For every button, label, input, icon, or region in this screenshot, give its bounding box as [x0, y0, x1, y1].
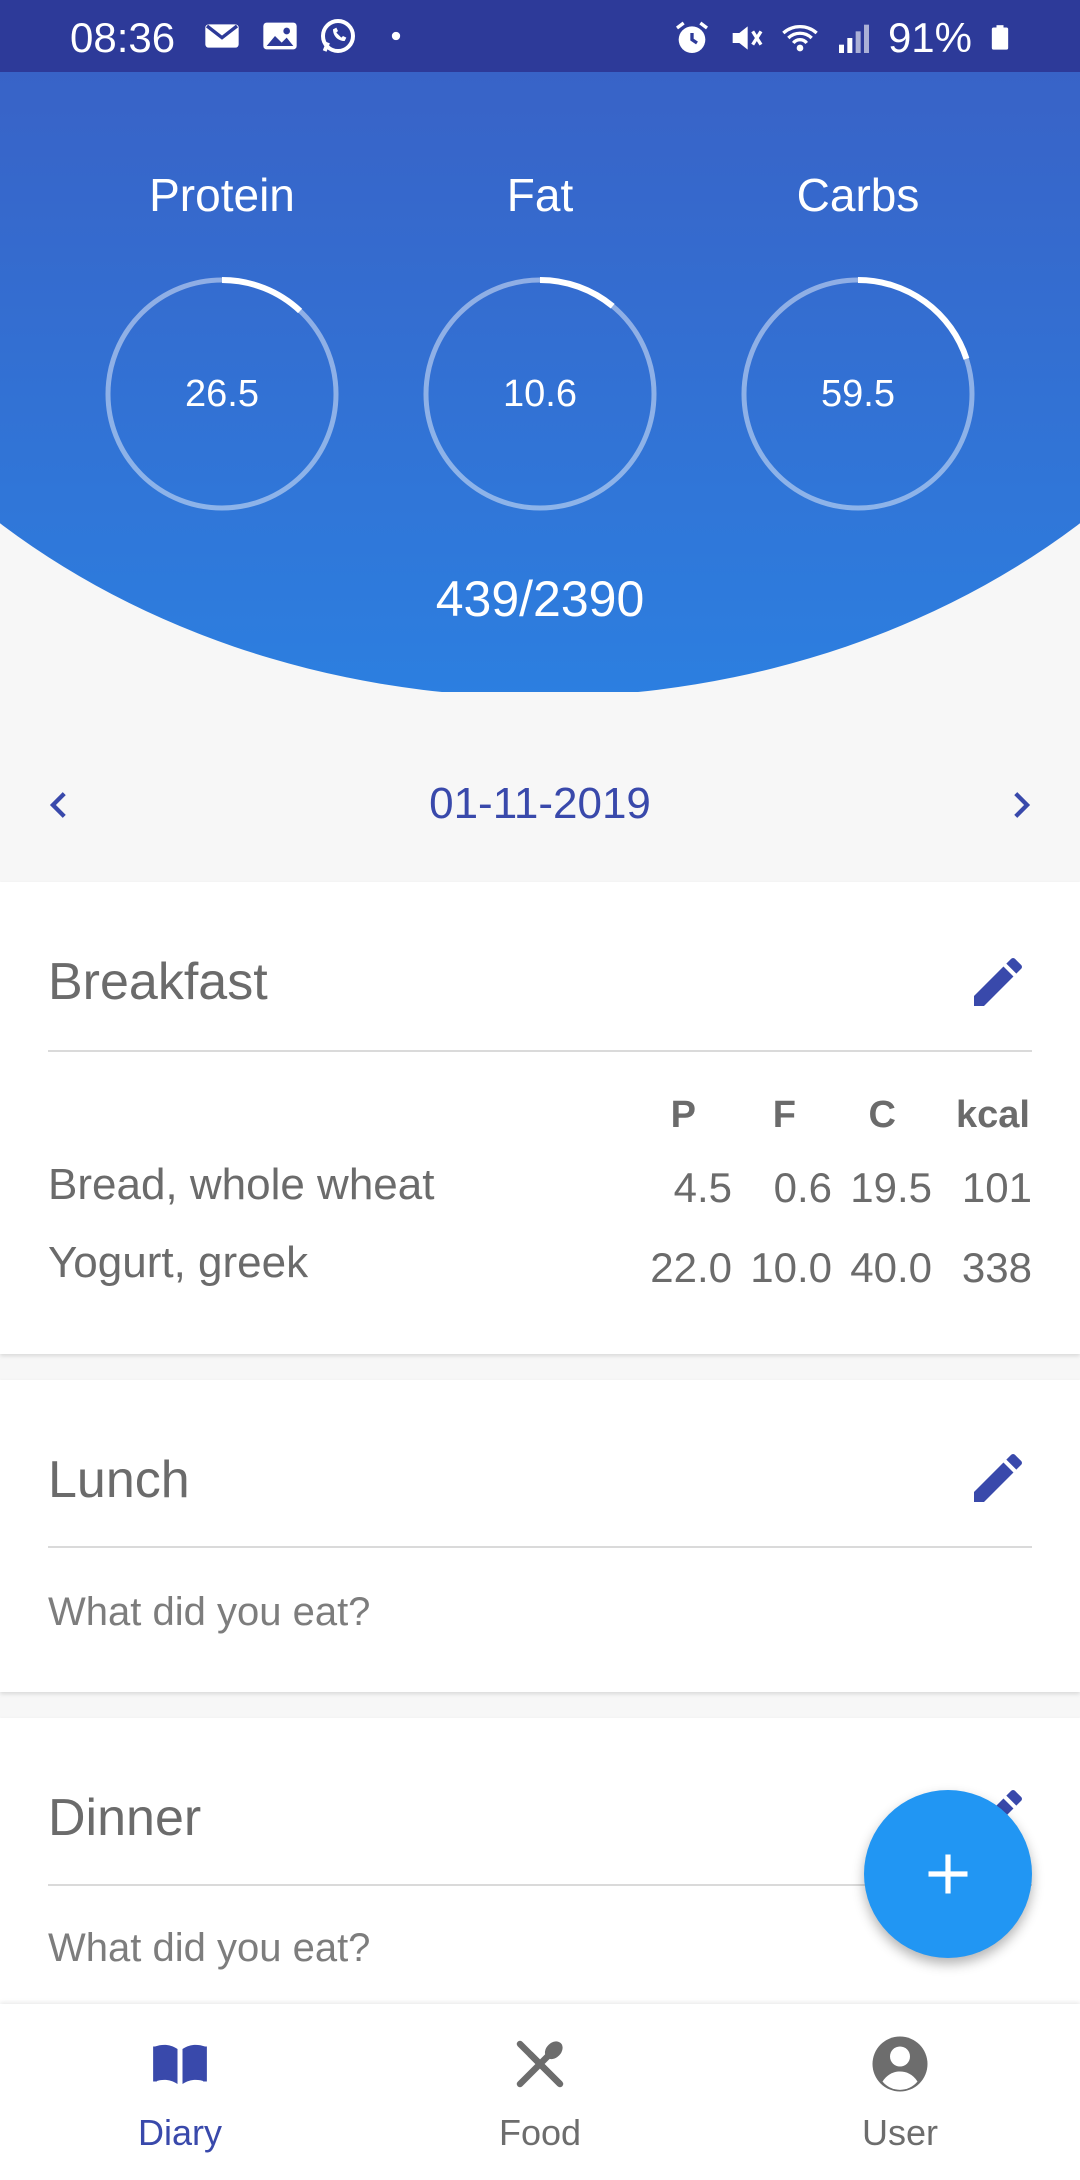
dot-icon	[391, 31, 401, 41]
column-header-carbs: C	[868, 1094, 896, 1136]
meal-title: Dinner	[48, 1789, 202, 1847]
date-navigation: 01-11-2019	[0, 765, 1080, 845]
protein-ring: 26.5	[104, 276, 340, 512]
macro-label: Fat	[506, 169, 574, 221]
food-item-name[interactable]: Bread, whole wheat	[48, 1160, 434, 1210]
food-item-kcal: 101	[961, 1164, 1032, 1211]
whatsapp-icon	[321, 19, 355, 53]
status-bar: 08:36 91%	[0, 0, 1080, 72]
macro-value: 59.5	[821, 372, 895, 415]
status-time: 08:36	[70, 14, 176, 61]
divider	[48, 1546, 1032, 1548]
wifi-icon	[782, 25, 818, 52]
macro-value: 10.6	[503, 372, 577, 415]
gallery-icon	[263, 22, 297, 50]
food-item-kcal: 338	[961, 1244, 1032, 1291]
macro-carbs: Carbs 59.5	[738, 172, 978, 512]
battery-percent: 91%	[887, 14, 972, 61]
macro-label: Protein	[149, 169, 295, 221]
meal-empty-prompt[interactable]: What did you eat?	[48, 1590, 370, 1635]
meal-title: Breakfast	[48, 953, 268, 1011]
column-header-protein: P	[670, 1094, 696, 1136]
system-icons: 91%	[672, 14, 1014, 62]
nav-item-food[interactable]: Food	[360, 2004, 720, 2180]
macro-protein: Protein 26.5	[102, 172, 342, 512]
nav-label: User	[861, 2112, 938, 2153]
meal-empty-prompt[interactable]: What did you eat?	[48, 1926, 370, 1971]
food-item-name[interactable]: Yogurt, greek	[48, 1238, 308, 1288]
fat-ring: 10.6	[422, 276, 658, 512]
signal-icon	[838, 24, 869, 53]
food-item-fat: 10.0	[750, 1244, 832, 1291]
notification-icons	[202, 16, 416, 56]
book-icon	[153, 2044, 207, 2084]
edit-pencil-icon[interactable]	[966, 1446, 1030, 1510]
column-header-fat: F	[772, 1094, 796, 1136]
macro-label: Carbs	[796, 169, 920, 221]
nav-item-user[interactable]: User	[720, 2004, 1080, 2180]
plus-icon	[928, 1854, 968, 1894]
meal-card-lunch: Lunch What did you eat?	[0, 1380, 1080, 1692]
battery-icon	[991, 25, 1009, 50]
macro-fat: Fat 10.6	[420, 172, 660, 512]
food-item-protein: 22.0	[650, 1244, 732, 1291]
macro-header: Protein 26.5 Fat 10.6 Carbs 59.5 439/239…	[0, 72, 1080, 692]
divider	[48, 1050, 1032, 1052]
food-item-protein: 4.5	[673, 1164, 732, 1211]
bottom-navigation: Diary Food User	[0, 2004, 1080, 2180]
meal-card-breakfast: Breakfast P F C kcal Bread, whole wheat …	[0, 882, 1080, 1354]
food-item-fat: 0.6	[773, 1164, 832, 1211]
carbs-ring: 59.5	[740, 276, 976, 512]
calorie-total: 439/2390	[435, 571, 645, 627]
meal-title: Lunch	[48, 1451, 190, 1509]
next-day-button[interactable]	[990, 775, 1050, 835]
mute-icon	[732, 26, 763, 50]
nav-label: Diary	[137, 2112, 222, 2153]
account-icon	[872, 2036, 928, 2092]
nav-item-diary[interactable]: Diary	[0, 2004, 360, 2180]
gmail-icon	[205, 24, 239, 48]
add-food-button[interactable]	[864, 1790, 1032, 1958]
alarm-icon	[675, 21, 708, 53]
food-item-carbs: 40.0	[850, 1244, 932, 1291]
macro-rings: Protein 26.5 Fat 10.6 Carbs 59.5	[0, 172, 1080, 511]
current-date[interactable]: 01-11-2019	[0, 779, 1080, 829]
column-header-kcal: kcal	[956, 1094, 1030, 1136]
utensils-icon	[516, 2040, 564, 2088]
edit-pencil-icon[interactable]	[966, 950, 1030, 1014]
macro-value: 26.5	[185, 372, 259, 415]
chevron-right-icon	[1014, 792, 1031, 818]
nav-label: Food	[498, 2112, 582, 2153]
food-item-carbs: 19.5	[850, 1164, 932, 1211]
